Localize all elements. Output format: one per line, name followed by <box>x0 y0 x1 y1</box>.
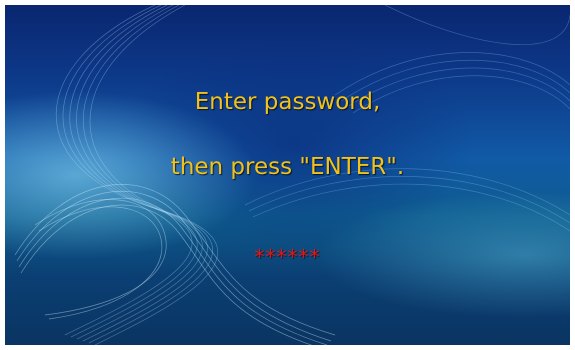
password-input-mask[interactable]: ****** <box>5 245 570 269</box>
password-screen[interactable]: Enter password, then press "ENTER". ****… <box>5 5 570 345</box>
prompt-line-1: Enter password, <box>194 89 381 115</box>
prompt-line-2: then press "ENTER". <box>170 154 405 180</box>
screen-frame: Enter password, then press "ENTER". ****… <box>0 0 575 350</box>
